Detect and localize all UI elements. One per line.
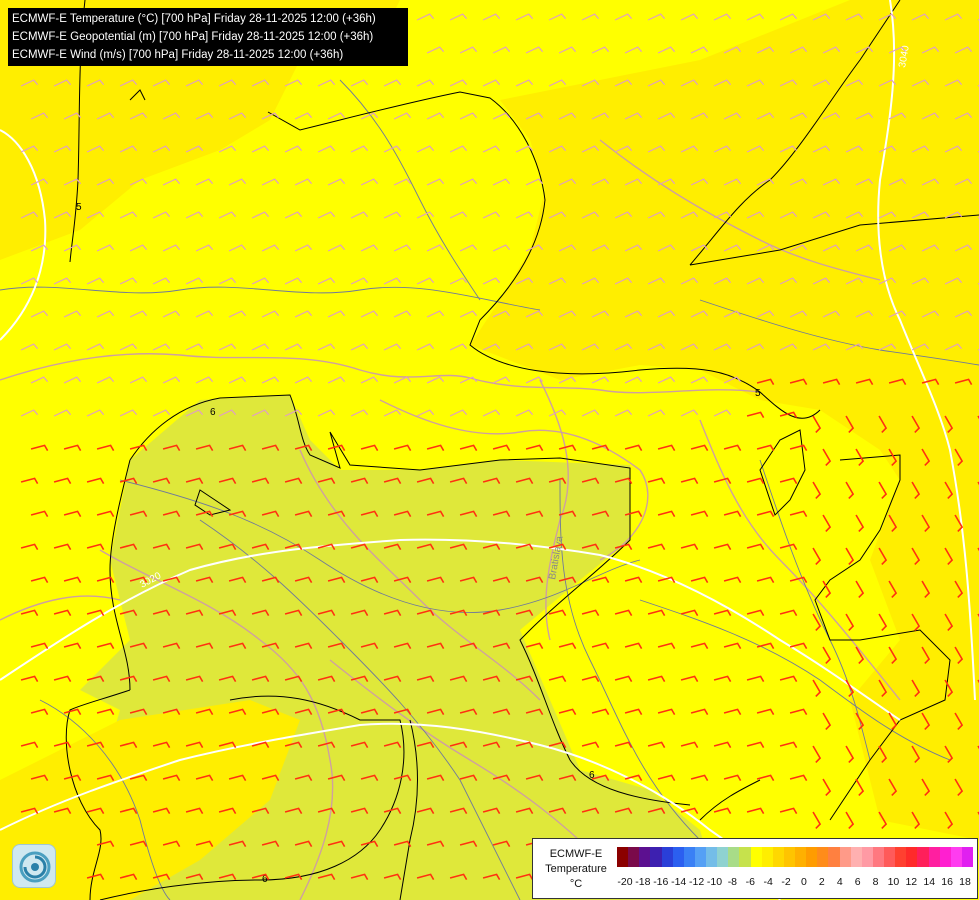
title-wind: ECMWF-E Wind (m/s) [700 hPa] Friday 28-1…: [12, 49, 344, 61]
legend-swatch: [639, 847, 651, 867]
legend-colorbar: [617, 847, 973, 867]
legend-swatch: [806, 847, 818, 867]
legend-tick: -20: [617, 876, 633, 888]
legend-tick: -2: [781, 876, 791, 888]
legend-title: ECMWF-E Temperature °C: [537, 847, 615, 892]
legend-swatch: [739, 847, 751, 867]
title-geopotential: ECMWF-E Geopotential (m) [700 hPa] Frida…: [12, 31, 374, 43]
legend-tick: -12: [688, 876, 705, 888]
legend-swatch: [694, 847, 706, 867]
legend-swatch: [650, 847, 662, 867]
legend-swatch: [628, 847, 640, 867]
legend-tick: -8: [727, 876, 738, 888]
weather-map[interactable]: 5 5 6 6 6 3020 3040 Bratislava: [0, 0, 979, 900]
legend-tick: 16: [941, 876, 953, 888]
legend-swatch: [861, 847, 873, 867]
legend-swatch: [906, 847, 918, 867]
logo-icon: [12, 844, 56, 888]
legend-tick: 10: [887, 876, 900, 888]
legend-swatch: [939, 847, 951, 867]
isotherm-label: 6: [210, 407, 216, 418]
legend-swatch: [839, 847, 851, 867]
isotherm-label: 5: [76, 202, 82, 213]
legend-ticks: -20 -18 -16 -14 -12 -10 -8 -6 -4 -2 0 2 4 6 8 10 12 14 16 1…: [617, 876, 973, 890]
legend-swatch: [661, 847, 673, 867]
legend-tick: -16: [653, 876, 669, 888]
legend-tick: 18: [959, 876, 971, 888]
legend-swatch: [884, 847, 896, 867]
legend-swatch: [706, 847, 718, 867]
legend-swatch: [817, 847, 829, 867]
legend-tick: 8: [872, 876, 879, 888]
legend-title-line: Temperature: [545, 863, 607, 875]
legend-tick: 4: [836, 876, 843, 888]
legend-swatch: [617, 847, 629, 867]
legend-swatch: [895, 847, 907, 867]
legend-tick: -18: [635, 876, 651, 888]
legend-swatch: [828, 847, 840, 867]
legend-tick: 6: [854, 876, 861, 888]
legend-tick: -6: [745, 876, 755, 888]
legend-swatch: [795, 847, 807, 867]
temperature-legend: ECMWF-E Temperature °C -20 -18 -16 -14 -12 -1…: [532, 838, 978, 899]
legend-title-line: °C: [569, 878, 583, 890]
legend-swatch: [872, 847, 884, 867]
legend-swatch: [728, 847, 740, 867]
legend-swatch: [717, 847, 729, 867]
legend-tick: 12: [905, 876, 918, 888]
legend-swatch: [750, 847, 762, 867]
legend-swatch: [761, 847, 773, 867]
isotherm-label: 5: [755, 388, 761, 399]
legend-swatch: [917, 847, 929, 867]
legend-swatch: [961, 847, 973, 867]
legend-swatch: [672, 847, 684, 867]
isotherm-label: 6: [589, 770, 595, 781]
title-temperature: ECMWF-E Temperature (°C) [700 hPa] Frida…: [12, 13, 376, 25]
legend-swatch: [772, 847, 784, 867]
legend-swatch: [950, 847, 962, 867]
legend-swatch: [683, 847, 695, 867]
legend-swatch: [928, 847, 940, 867]
map-titles: ECMWF-E Temperature (°C) [700 hPa] Frida…: [8, 8, 408, 66]
legend-title-line: ECMWF-E: [549, 848, 603, 860]
legend-tick: 0: [801, 876, 807, 888]
legend-tick: -10: [706, 876, 723, 888]
legend-swatch: [850, 847, 862, 867]
legend-tick: 2: [818, 876, 825, 888]
legend-tick: -4: [763, 876, 773, 888]
legend-swatch: [783, 847, 795, 867]
legend-tick: 14: [923, 876, 936, 888]
legend-tick: -14: [671, 876, 687, 888]
